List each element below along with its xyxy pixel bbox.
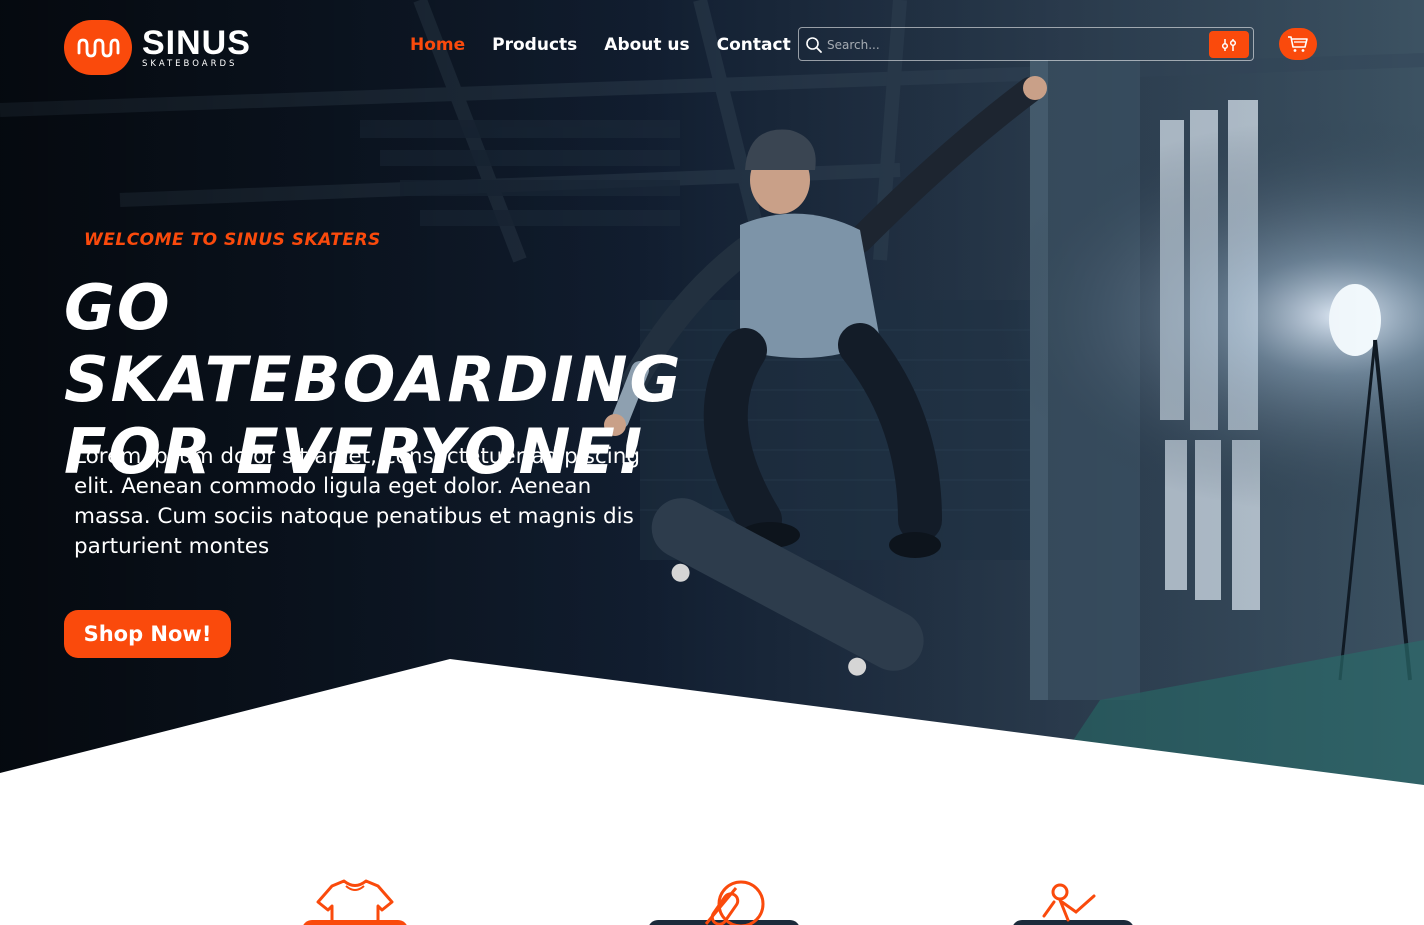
- hero-headline-line-1: GO SKATEBOARDING: [64, 271, 683, 416]
- search-input[interactable]: [827, 33, 1197, 57]
- nav-item-about-us[interactable]: About us: [604, 34, 689, 56]
- brand-tagline: SKATEBOARDS: [142, 58, 238, 69]
- brand-logo[interactable]: SINUS SKATEBOARDS: [64, 20, 251, 75]
- hero-lead-paragraph: Lorem ipsum dolor sit amet, consectetuer…: [74, 444, 640, 559]
- nav-item-home[interactable]: Home: [410, 34, 465, 56]
- wave-logo-icon: [64, 20, 132, 75]
- tshirt-icon: [316, 879, 394, 925]
- search-bar: [798, 27, 1254, 61]
- cart-icon: [1288, 36, 1308, 52]
- sliders-icon: [1221, 38, 1237, 51]
- skateboard-icon: [704, 880, 765, 925]
- brand-name: SINUS: [142, 23, 251, 62]
- filter-button[interactable]: [1209, 31, 1249, 58]
- skater-icon: [1042, 883, 1096, 922]
- nav-item-contact[interactable]: Contact: [717, 34, 791, 56]
- main-nav: Home Products About us Contact: [410, 34, 791, 56]
- feature-skateboards: [646, 876, 806, 925]
- hero-welcome-text: Welcome to Sinus Skaters: [84, 230, 381, 250]
- nav-item-products[interactable]: Products: [492, 34, 577, 56]
- feature-lessons: [1010, 876, 1170, 925]
- feature-apparel: [296, 876, 456, 925]
- shop-now-button[interactable]: Shop Now!: [64, 610, 231, 658]
- cart-button[interactable]: [1279, 28, 1317, 60]
- search-icon: [806, 37, 822, 53]
